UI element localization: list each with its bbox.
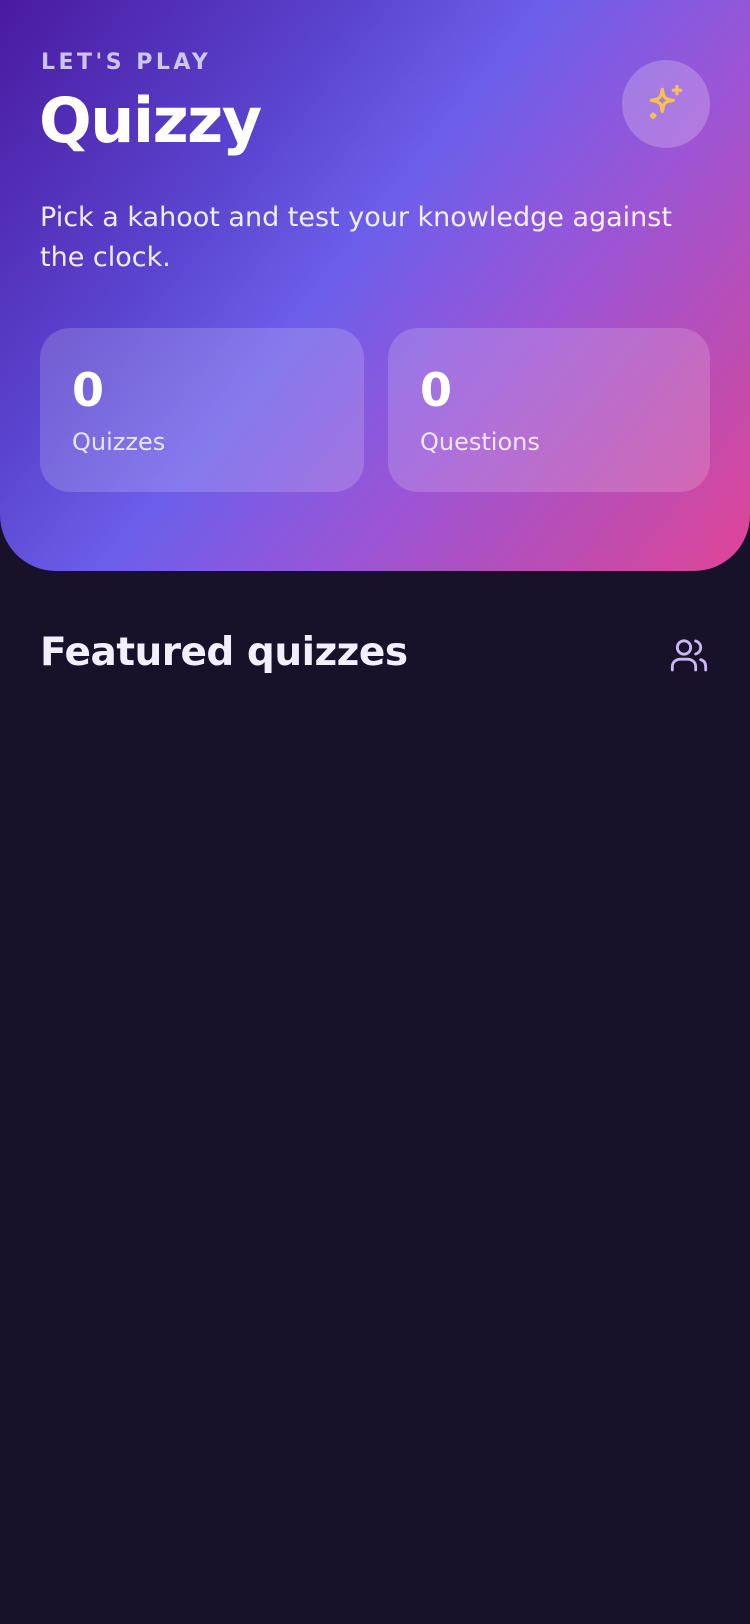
users-icon: [670, 639, 708, 672]
quizzes-count: 0: [72, 363, 105, 417]
sparkles-icon: [649, 84, 683, 120]
players-button[interactable]: [666, 632, 712, 678]
featured-quizzes-title: Featured quizzes: [40, 630, 408, 675]
questions-count: 0: [420, 363, 453, 417]
quizzes-stat-card: 0 Quizzes: [40, 328, 364, 492]
app-title: Quizzy: [39, 84, 262, 157]
quizzes-label: Quizzes: [72, 428, 166, 456]
questions-stat-card: 0 Questions: [388, 328, 710, 492]
hero-subtitle: Pick a kahoot and test your knowledge ag…: [40, 202, 672, 273]
eyebrow-label: LET'S PLAY: [41, 50, 212, 75]
app-screen: LET'S PLAY Quizzy Pick a kahoot and test…: [0, 0, 750, 1624]
hero-header: LET'S PLAY Quizzy Pick a kahoot and test…: [0, 0, 750, 571]
questions-label: Questions: [420, 428, 540, 456]
sparkle-button[interactable]: [622, 60, 710, 148]
